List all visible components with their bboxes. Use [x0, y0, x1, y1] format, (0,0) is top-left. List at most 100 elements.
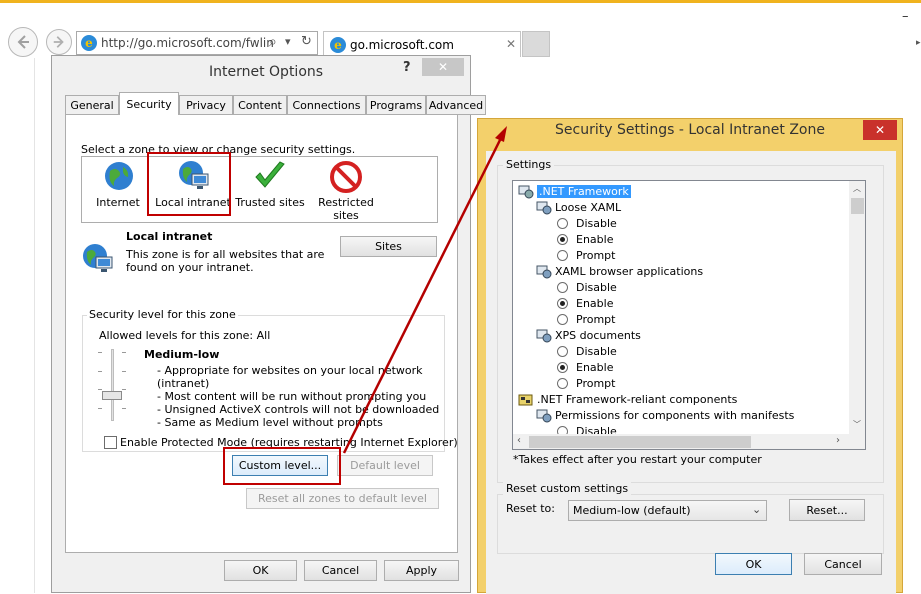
scroll-down-icon[interactable]: ﹀ [853, 419, 861, 430]
tree-item-label: XAML browser applications [555, 265, 704, 278]
zone-description-line1: This zone is for all websites that are [126, 248, 325, 261]
tab-advanced[interactable]: Advanced [426, 95, 486, 115]
scroll-up-icon[interactable]: ︿ [853, 183, 861, 194]
help-button[interactable]: ? [403, 60, 411, 75]
tree-setting: XAML browser applications [513, 264, 849, 280]
tree-radio-option[interactable]: Disable [513, 216, 849, 232]
address-bar[interactable]: e http://go.microsoft.com/fwlin ⌕ ▾ ↻ [76, 31, 318, 55]
horizontal-scrollbar[interactable]: ‹ › [513, 434, 849, 449]
settings-tree[interactable]: .NET Framework Loose XAML Disable Enable Pro… [512, 180, 866, 450]
tree-item-label: Prompt [576, 249, 616, 262]
tree-item-label: .NET Framework-reliant components [537, 393, 738, 406]
tree-item-label: Enable [576, 233, 614, 246]
protected-mode-checkbox[interactable] [104, 436, 117, 449]
radio-button[interactable] [557, 234, 568, 245]
zone-trusted-sites[interactable]: Trusted sites [232, 157, 308, 219]
tree-setting: Permissions for components with manifest… [513, 408, 849, 424]
tab-general[interactable]: General [65, 95, 119, 115]
security-cancel-button[interactable]: Cancel [804, 553, 882, 575]
settings-legend: Settings [503, 158, 555, 171]
tree-radio-option[interactable]: Enable [513, 360, 849, 376]
tree-item-label: Disable [576, 345, 617, 358]
back-arrow-icon [17, 35, 29, 49]
tab-privacy[interactable]: Privacy [179, 95, 233, 115]
security-ok-button[interactable]: OK [715, 553, 792, 575]
sites-button[interactable]: Sites [340, 236, 437, 257]
chevron-down-icon: ⌄ [752, 503, 762, 516]
security-settings-body: Settings .NET Framework Loose XAML Disable… [486, 151, 896, 594]
tree-radio-option[interactable]: Enable [513, 232, 849, 248]
tab-content[interactable]: Content [233, 95, 287, 115]
window-accent-bar [0, 0, 921, 3]
tree-radio-option[interactable]: Disable [513, 344, 849, 360]
close-button[interactable]: ✕ [422, 58, 464, 76]
reset-to-select[interactable]: Medium-low (default) ⌄ [568, 500, 767, 521]
slider-thumb[interactable] [102, 391, 122, 400]
allowed-levels-text: Allowed levels for this zone: All [99, 329, 271, 342]
zone-description-line2: found on your intranet. [126, 261, 254, 274]
radio-button[interactable] [557, 378, 568, 389]
reset-button[interactable]: Reset... [789, 499, 865, 521]
browser-tab[interactable]: e go.microsoft.com ✕ [323, 31, 521, 57]
tab-close-icon[interactable]: ✕ [506, 37, 516, 51]
restricted-icon [330, 161, 362, 193]
cancel-button[interactable]: Cancel [304, 560, 377, 581]
radio-button[interactable] [557, 314, 568, 325]
radio-button[interactable] [557, 298, 568, 309]
reset-to-label: Reset to: [506, 502, 555, 515]
reset-all-zones-button[interactable]: Reset all zones to default level [246, 488, 439, 509]
tab-programs[interactable]: Programs [366, 95, 426, 115]
security-level-slider[interactable] [97, 347, 127, 425]
level-bullet: (intranet) [157, 377, 210, 390]
radio-button[interactable] [557, 250, 568, 261]
level-name: Medium-low [144, 348, 220, 361]
scroll-left-icon[interactable]: ‹ [517, 435, 521, 446]
restart-note: *Takes effect after you restart your com… [513, 453, 762, 466]
level-description: - Appropriate for websites on your local… [157, 364, 439, 429]
address-text[interactable]: http://go.microsoft.com/fwlin [101, 36, 274, 50]
zone-internet[interactable]: Internet [82, 157, 154, 219]
radio-button[interactable] [557, 362, 568, 373]
new-tab-button[interactable] [522, 31, 550, 57]
tree-radio-option[interactable]: Disable [513, 424, 849, 434]
tree-group: .NET Framework-reliant components [513, 392, 849, 408]
zone-restricted-sites[interactable]: Restricted sites [308, 157, 384, 223]
tab-title: go.microsoft.com [350, 38, 454, 52]
back-button[interactable] [8, 27, 38, 57]
default-level-button[interactable]: Default level [337, 455, 433, 476]
security-level-legend: Security level for this zone [87, 308, 238, 321]
settings-gear-icon [536, 201, 552, 215]
tree-item-label: Permissions for components with manifest… [555, 409, 795, 422]
scroll-thumb[interactable] [851, 198, 864, 214]
security-settings-close-button[interactable]: ✕ [863, 120, 897, 140]
radio-button[interactable] [557, 346, 568, 357]
radio-button[interactable] [557, 426, 568, 434]
tree-setting: XPS documents [513, 328, 849, 344]
tree-radio-option[interactable]: Enable [513, 296, 849, 312]
minimize-button[interactable]: – [902, 9, 909, 24]
settings-gear-icon [536, 265, 552, 279]
scroll-h-thumb[interactable] [529, 436, 751, 448]
refresh-icon[interactable]: ↻ [301, 34, 312, 49]
address-dropdown-icon[interactable]: ▾ [285, 35, 291, 48]
forward-button[interactable] [46, 29, 72, 55]
tree-radio-option[interactable]: Prompt [513, 248, 849, 264]
level-bullet: - Appropriate for websites on your local… [157, 364, 423, 377]
tree-radio-option[interactable]: Disable [513, 280, 849, 296]
tree-radio-option[interactable]: Prompt [513, 376, 849, 392]
tree-item-label: Enable [576, 361, 614, 374]
apply-button[interactable]: Apply [384, 560, 459, 581]
tree-item-label: Disable [576, 217, 617, 230]
tab-connections[interactable]: Connections [287, 95, 366, 115]
vertical-scrollbar[interactable]: ︿ ﹀ [849, 181, 865, 434]
tree-radio-option[interactable]: Prompt [513, 312, 849, 328]
scroll-right-icon[interactable]: › [836, 435, 840, 446]
dialog-title: Internet Options [209, 64, 324, 80]
tab-security[interactable]: Security [119, 92, 179, 115]
ok-button[interactable]: OK [224, 560, 297, 581]
radio-button[interactable] [557, 282, 568, 293]
search-icon[interactable]: ⌕ [269, 34, 277, 50]
radio-button[interactable] [557, 218, 568, 229]
highlight-local-intranet [147, 152, 231, 216]
reset-to-value: Medium-low (default) [573, 504, 691, 517]
